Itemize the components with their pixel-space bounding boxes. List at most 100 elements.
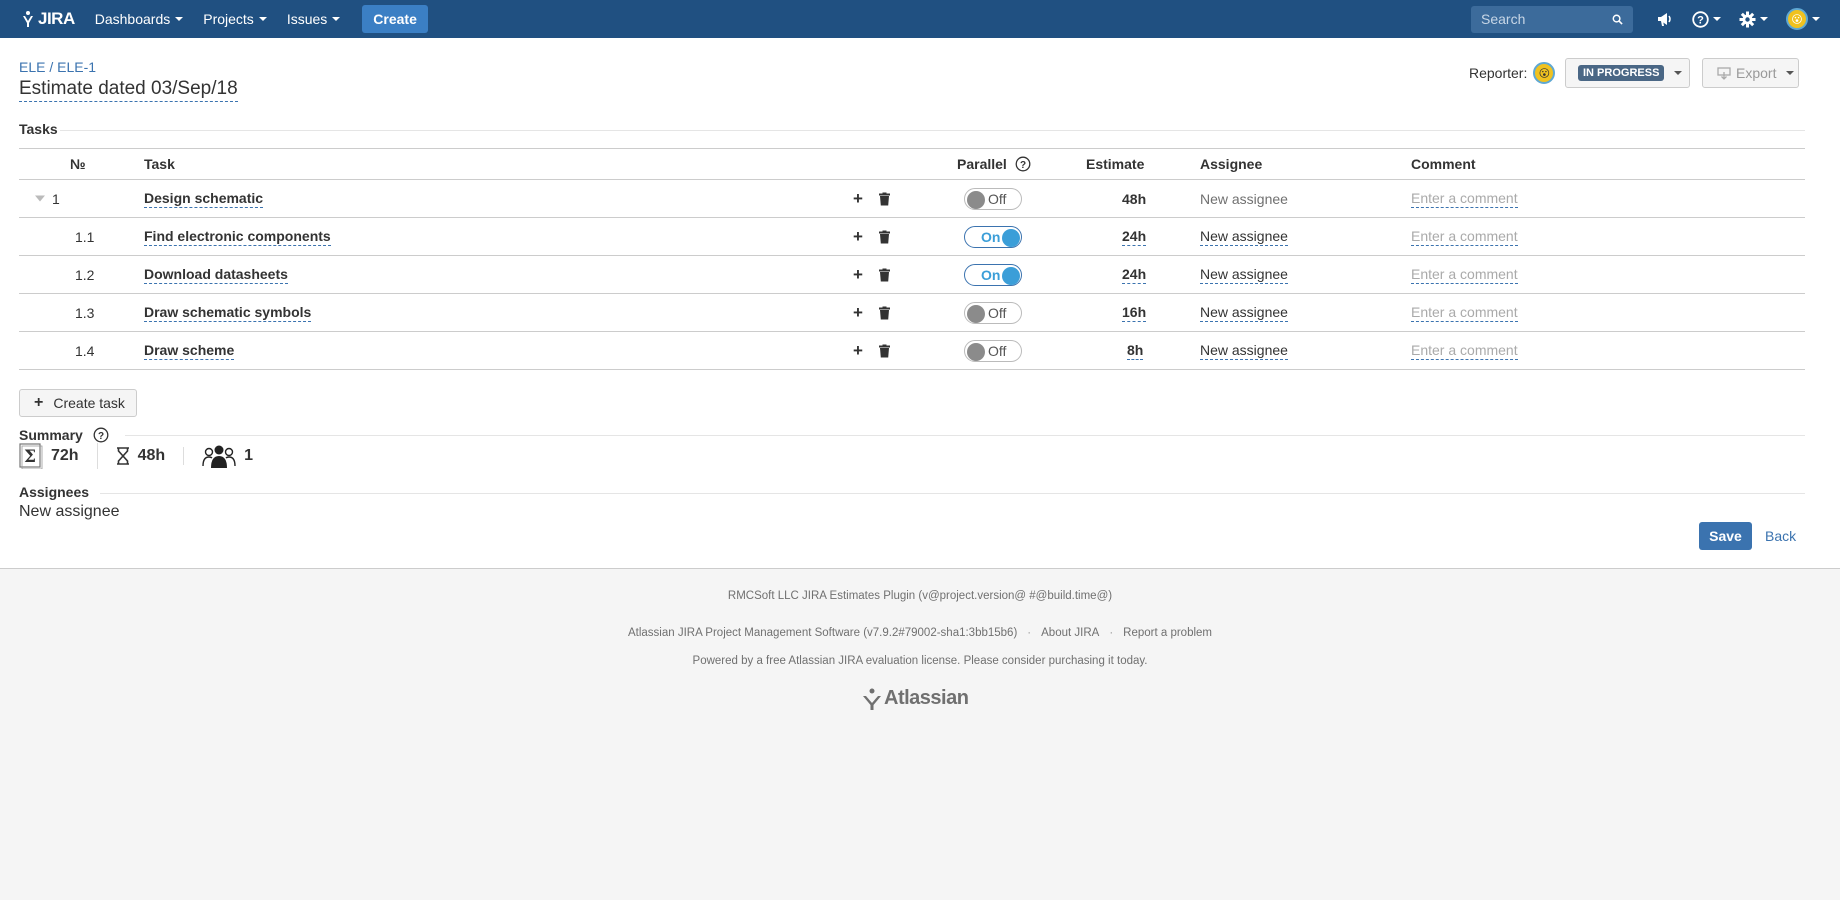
comment-input[interactable]: Enter a comment bbox=[1411, 190, 1518, 208]
summary-duration-value: 48h bbox=[137, 447, 166, 464]
help-menu-button[interactable]: ? bbox=[1692, 10, 1721, 28]
trash-icon[interactable] bbox=[879, 230, 890, 243]
parallel-toggle[interactable]: Off bbox=[964, 187, 1022, 210]
row-number: 1.1 bbox=[75, 228, 95, 245]
nav-projects[interactable]: Projects bbox=[203, 11, 267, 27]
help-icon[interactable]: ? bbox=[1015, 156, 1031, 172]
add-subtask-icon[interactable]: + bbox=[853, 189, 863, 209]
svg-text:?: ? bbox=[98, 431, 104, 442]
help-icon[interactable]: ? bbox=[93, 427, 109, 443]
admin-settings-button[interactable] bbox=[1739, 11, 1768, 28]
assignee-select[interactable]: New assignee bbox=[1200, 304, 1288, 322]
main-content: ELE / ELE-1 Estimate dated 03/Sep/18 Rep… bbox=[0, 38, 1840, 569]
header-estimate: Estimate bbox=[1086, 156, 1145, 172]
assignee-select[interactable]: New assignee bbox=[1200, 342, 1288, 360]
user-profile-button[interactable]: 😮 bbox=[1786, 8, 1820, 30]
reporter: Reporter: 😮 bbox=[1469, 62, 1556, 84]
estimate-value[interactable]: 24h bbox=[1122, 228, 1147, 246]
row-number: 1.3 bbox=[75, 304, 95, 321]
toggle-label: On bbox=[981, 266, 1001, 283]
trash-icon[interactable] bbox=[879, 306, 890, 319]
breadcrumb-issue-link[interactable]: ELE-1 bbox=[57, 59, 96, 75]
estimate-value: 48h bbox=[1122, 190, 1147, 207]
task-name[interactable]: Draw schematic symbols bbox=[144, 304, 312, 322]
comment-input[interactable]: Enter a comment bbox=[1411, 228, 1518, 246]
create-task-label: Create task bbox=[53, 395, 125, 411]
task-name[interactable]: Design schematic bbox=[144, 190, 264, 208]
toggle-knob bbox=[1002, 266, 1020, 285]
estimate-value[interactable]: 8h bbox=[1127, 342, 1144, 360]
add-subtask-icon[interactable]: + bbox=[853, 303, 863, 323]
page-title[interactable]: Estimate dated 03/Sep/18 bbox=[19, 78, 238, 102]
jira-logo[interactable]: JIRA bbox=[20, 9, 75, 29]
save-button[interactable]: Save bbox=[1699, 522, 1752, 550]
add-subtask-icon[interactable]: + bbox=[853, 341, 863, 361]
task-name[interactable]: Download datasheets bbox=[144, 266, 288, 284]
tasks-table: № Task Parallel ? Estimate Assignee Comm… bbox=[19, 148, 1805, 370]
task-name[interactable]: Find electronic components bbox=[144, 228, 331, 246]
assignee-select[interactable]: New assignee bbox=[1200, 228, 1288, 246]
reporter-avatar[interactable]: 😮 bbox=[1533, 62, 1556, 84]
trash-icon[interactable] bbox=[879, 344, 890, 357]
plus-icon: + bbox=[34, 394, 44, 411]
summary-total: Σ 72h bbox=[19, 443, 98, 469]
toggle-label: Off bbox=[988, 190, 1007, 207]
nav-projects-label: Projects bbox=[203, 11, 254, 27]
comment-input[interactable]: Enter a comment bbox=[1411, 266, 1518, 284]
parallel-toggle[interactable]: Off bbox=[964, 339, 1022, 362]
estimate-value[interactable]: 24h bbox=[1122, 266, 1147, 284]
task-name[interactable]: Draw scheme bbox=[144, 342, 235, 360]
trash-icon[interactable] bbox=[879, 268, 890, 281]
software-version: Atlassian JIRA Project Management Softwa… bbox=[627, 627, 1018, 639]
toggle-knob bbox=[967, 342, 985, 361]
nav-issues-label: Issues bbox=[286, 11, 328, 27]
back-link[interactable]: Back bbox=[1765, 528, 1796, 544]
report-problem-link[interactable]: Report a problem bbox=[1123, 627, 1212, 639]
add-subtask-icon[interactable]: + bbox=[853, 227, 863, 247]
export-dropdown[interactable]: Export bbox=[1702, 58, 1799, 88]
add-subtask-icon[interactable]: + bbox=[853, 265, 863, 285]
create-button[interactable]: Create bbox=[362, 5, 428, 33]
parallel-toggle[interactable]: Off bbox=[964, 301, 1022, 324]
atlassian-brand-text: Atlassian bbox=[884, 687, 969, 709]
nav-issues[interactable]: Issues bbox=[286, 11, 341, 27]
top-nav-bar: JIRA Dashboards Projects Issues Create S… bbox=[0, 0, 1840, 38]
toggle-knob bbox=[967, 304, 985, 323]
plugin-info: RMCSoft LLC JIRA Estimates Plugin (v@pro… bbox=[727, 590, 1113, 602]
atlassian-logo[interactable]: Atlassian bbox=[860, 687, 969, 710]
search-input[interactable]: Search bbox=[1471, 5, 1633, 33]
help-icon: ? bbox=[1692, 10, 1709, 28]
status-badge: IN PROGRESS bbox=[1578, 65, 1665, 81]
toggle-label: On bbox=[981, 228, 1001, 245]
assignee-select[interactable]: New assignee bbox=[1200, 266, 1288, 284]
comment-input[interactable]: Enter a comment bbox=[1411, 304, 1518, 322]
nav-dashboards[interactable]: Dashboards bbox=[95, 11, 184, 27]
parallel-toggle[interactable]: On bbox=[964, 225, 1022, 248]
status-dropdown[interactable]: IN PROGRESS bbox=[1565, 58, 1690, 88]
collapse-triangle-icon[interactable] bbox=[35, 195, 45, 202]
header-parallel-label: Parallel bbox=[957, 156, 1007, 172]
table-header: № Task Parallel ? Estimate Assignee Comm… bbox=[19, 148, 1805, 180]
trash-icon[interactable] bbox=[879, 192, 890, 205]
svg-text:Σ: Σ bbox=[24, 447, 36, 467]
chevron-down-icon bbox=[175, 17, 184, 21]
divider bbox=[125, 435, 1805, 436]
create-task-button[interactable]: + Create task bbox=[19, 389, 137, 417]
comment-input[interactable]: Enter a comment bbox=[1411, 342, 1518, 360]
estimate-value[interactable]: 16h bbox=[1122, 304, 1147, 322]
about-jira-link[interactable]: About JIRA bbox=[1041, 627, 1099, 639]
announcements-button[interactable] bbox=[1657, 12, 1674, 27]
chevron-down-icon bbox=[1812, 17, 1820, 21]
parallel-toggle[interactable]: On bbox=[964, 263, 1022, 286]
row-number: 1.4 bbox=[75, 342, 95, 359]
header-task: Task bbox=[144, 156, 175, 172]
breadcrumb-project-link[interactable]: ELE bbox=[19, 59, 45, 75]
breadcrumb: ELE / ELE-1 bbox=[19, 59, 96, 75]
table-row: 1.2 Download datasheets + On 24h New ass… bbox=[19, 256, 1805, 294]
assignee-value: New assignee bbox=[1200, 190, 1288, 207]
reporter-label: Reporter: bbox=[1469, 65, 1528, 81]
search-placeholder: Search bbox=[1481, 11, 1526, 27]
header-no: № bbox=[70, 156, 86, 172]
users-icon bbox=[202, 445, 236, 468]
assignees-value: New assignee bbox=[19, 503, 120, 520]
